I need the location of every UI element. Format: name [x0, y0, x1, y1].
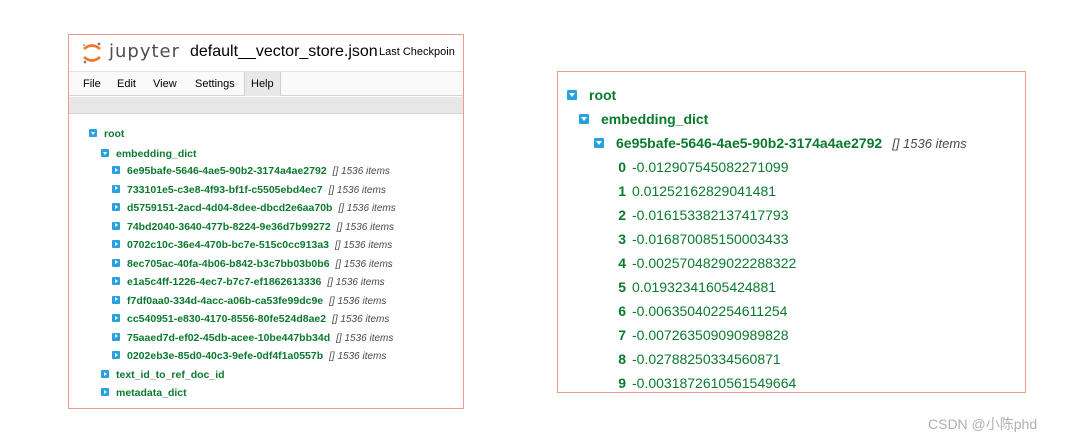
notebook-header: jupyter default__vector_store.json Last … [69, 35, 463, 71]
array-value-row: 5 0.01932341605424881 [618, 279, 777, 295]
jupyter-logo-text: jupyter [109, 41, 181, 62]
array-value-row: 9 -0.0031872610561549664 [618, 375, 797, 391]
toggle-collapsed-icon[interactable] [112, 314, 120, 323]
tree-node-embedding-dict[interactable]: embedding_dict [579, 110, 708, 128]
toggle-expanded-icon[interactable] [101, 149, 109, 158]
tree-node-item[interactable]: d5759151-2acd-4d04-8dee-dbcd2e6aa70b[] 1… [112, 201, 396, 215]
tree-node-metadata-dict[interactable]: metadata_dict [101, 386, 187, 400]
tree-node-item[interactable]: 6e95bafe-5646-4ae5-90b2-3174a4ae2792[] 1… [112, 164, 390, 178]
tree-node-root[interactable]: root [89, 127, 124, 141]
tree-node-embedding-dict[interactable]: embedding_dict [101, 147, 197, 161]
toggle-collapsed-icon[interactable] [112, 203, 120, 212]
toggle-collapsed-icon[interactable] [112, 184, 120, 193]
menu-edit[interactable]: Edit [111, 72, 142, 96]
tree-node-item[interactable]: 8ec705ac-40fa-4b06-b842-b3c7bb03b0b6[] 1… [112, 257, 393, 271]
tree-node-item[interactable]: 74bd2040-3640-477b-8224-9e36d7b99272[] 1… [112, 220, 394, 234]
menu-view[interactable]: View [147, 72, 183, 96]
array-value-row: 0 -0.012907545082271099 [618, 159, 789, 175]
array-value-row: 1 0.01252162829041481 [618, 183, 777, 199]
array-value-row: 4 -0.0025704829022288322 [618, 255, 797, 271]
zoomed-json-viewer: root embedding_dict 6e95bafe-5646-4ae5-9… [557, 71, 1026, 393]
last-checkpoint-text: Last Checkpoin [379, 46, 455, 58]
toggle-collapsed-icon[interactable] [112, 351, 120, 360]
toggle-collapsed-icon[interactable] [112, 332, 120, 341]
tree-node-item[interactable]: f7df0aa0-334d-4acc-a06b-ca53fe99dc9e[] 1… [112, 294, 386, 308]
menu-bar: File Edit View Settings Help [69, 71, 463, 96]
toggle-expanded-icon[interactable] [89, 129, 97, 138]
tree-node-item[interactable]: 6e95bafe-5646-4ae5-90b2-3174a4ae2792[] 1… [594, 134, 967, 152]
toggle-collapsed-icon[interactable] [112, 221, 120, 230]
toggle-collapsed-icon[interactable] [112, 258, 120, 267]
menu-help[interactable]: Help [244, 72, 281, 96]
toggle-expanded-icon[interactable] [579, 114, 589, 125]
tree-node-root[interactable]: root [567, 86, 616, 104]
array-value-row: 3 -0.016870085150003433 [618, 231, 789, 247]
array-value-row: 6 -0.006350402254611254 [618, 303, 788, 319]
watermark-text: CSDN @小陈phd [928, 416, 1038, 432]
array-value-row: 7 -0.007263509090989828 [618, 327, 789, 343]
tree-node-text-id-to-ref-doc-id[interactable]: text_id_to_ref_doc_id [101, 368, 225, 382]
jupyter-logo-icon[interactable] [81, 41, 103, 65]
array-value-row: 8 -0.02788250334560871 [618, 351, 781, 367]
toggle-collapsed-icon[interactable] [112, 240, 120, 249]
notebook-title[interactable]: default__vector_store.json [190, 43, 378, 61]
toggle-collapsed-icon[interactable] [101, 370, 109, 379]
tree-node-item[interactable]: 733101e5-c3e8-4f93-bf1f-c5505ebd4ec7[] 1… [112, 183, 386, 197]
toggle-collapsed-icon[interactable] [101, 388, 109, 397]
toggle-collapsed-icon[interactable] [112, 277, 120, 286]
tree-node-item[interactable]: 0702c10c-36e4-470b-bc7e-515c0cc913a3[] 1… [112, 238, 392, 252]
menu-file[interactable]: File [77, 72, 107, 96]
jupyter-json-viewer: jupyter default__vector_store.json Last … [68, 34, 464, 409]
menu-settings[interactable]: Settings [189, 72, 241, 96]
tree-node-item[interactable]: cc540951-e830-4170-8556-80fe524d8ae2[] 1… [112, 312, 389, 326]
toolbar-strip [69, 97, 463, 114]
array-value-row: 2 -0.016153382137417793 [618, 207, 789, 223]
toggle-expanded-icon[interactable] [594, 138, 604, 149]
tree-node-item[interactable]: 0202eb3e-85d0-40c3-9efe-0df4f1a0557b[] 1… [112, 349, 386, 363]
tree-node-item[interactable]: 75aaed7d-ef02-45db-acee-10be447bb34d[] 1… [112, 331, 393, 345]
toggle-expanded-icon[interactable] [567, 90, 577, 101]
tree-node-item[interactable]: e1a5c4ff-1226-4ec7-b7c7-ef1862613336[] 1… [112, 275, 385, 289]
toggle-collapsed-icon[interactable] [112, 295, 120, 304]
toggle-collapsed-icon[interactable] [112, 166, 120, 175]
